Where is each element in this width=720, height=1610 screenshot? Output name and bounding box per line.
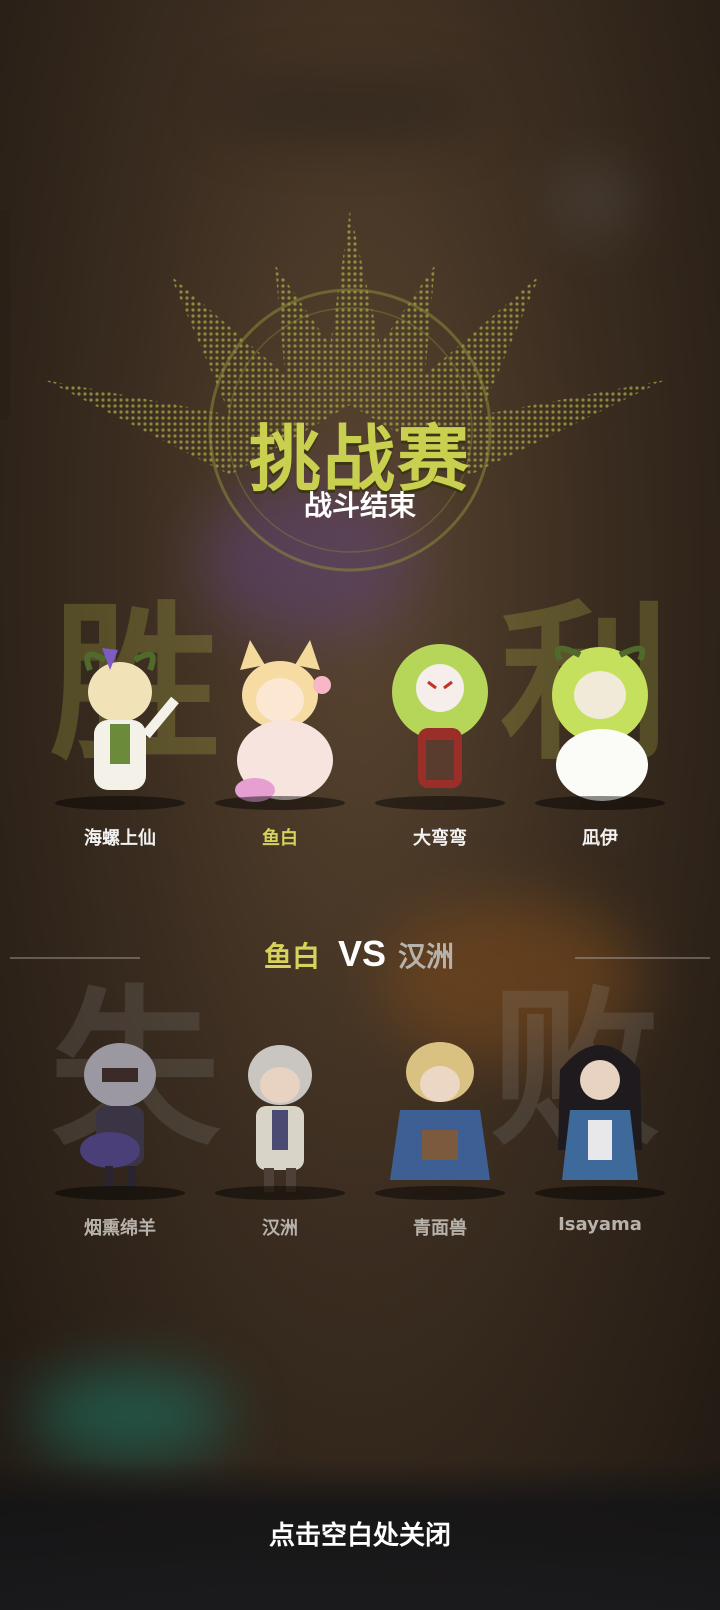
character-avatar	[210, 640, 350, 810]
player-name: 大弯弯	[413, 828, 467, 849]
player-name: Isayama	[558, 1214, 642, 1235]
matchup-right-name: 汉洲	[398, 940, 455, 973]
close-hint[interactable]: 点击空白处关闭	[0, 1515, 720, 1552]
loser-slot[interactable]: 烟熏绵羊	[50, 1030, 190, 1240]
character-avatar	[50, 1030, 190, 1200]
divider-line	[575, 957, 710, 959]
player-name: 青面兽	[413, 1218, 467, 1239]
player-name: 烟熏绵羊	[84, 1218, 156, 1239]
loser-slot[interactable]: 青面兽	[370, 1030, 510, 1240]
loser-slot[interactable]: Isayama	[530, 1030, 670, 1240]
player-name: 凪伊	[582, 828, 618, 849]
character-avatar	[210, 1030, 350, 1200]
page-subtitle: 战斗结束	[303, 489, 416, 522]
winning-team: 海螺上仙 鱼白 大弯弯 凪伊	[50, 640, 670, 850]
winner-slot[interactable]: 大弯弯	[370, 640, 510, 850]
player-name: 海螺上仙	[84, 828, 156, 849]
vs-label: VS	[338, 933, 387, 974]
loser-slot[interactable]: 汉洲	[210, 1030, 350, 1240]
character-avatar	[530, 640, 670, 810]
sidebar-tab	[0, 210, 10, 420]
losing-team: 烟熏绵羊 汉洲 青面兽 Isayama	[50, 1030, 670, 1240]
character-avatar	[50, 640, 190, 810]
winner-slot[interactable]: 海螺上仙	[50, 640, 190, 850]
character-avatar	[370, 640, 510, 810]
matchup-left-name: 鱼白	[263, 940, 320, 973]
backdrop-blur	[220, 90, 480, 130]
matchup-row: 鱼白 VS 汉洲	[0, 933, 720, 985]
player-name: 鱼白	[262, 828, 298, 849]
backdrop-blur	[30, 1370, 230, 1460]
divider-line	[10, 957, 140, 959]
character-avatar	[530, 1030, 670, 1200]
player-name: 汉洲	[262, 1218, 298, 1239]
winner-slot[interactable]: 鱼白	[210, 640, 350, 850]
character-avatar	[370, 1030, 510, 1200]
winner-slot[interactable]: 凪伊	[530, 640, 670, 850]
